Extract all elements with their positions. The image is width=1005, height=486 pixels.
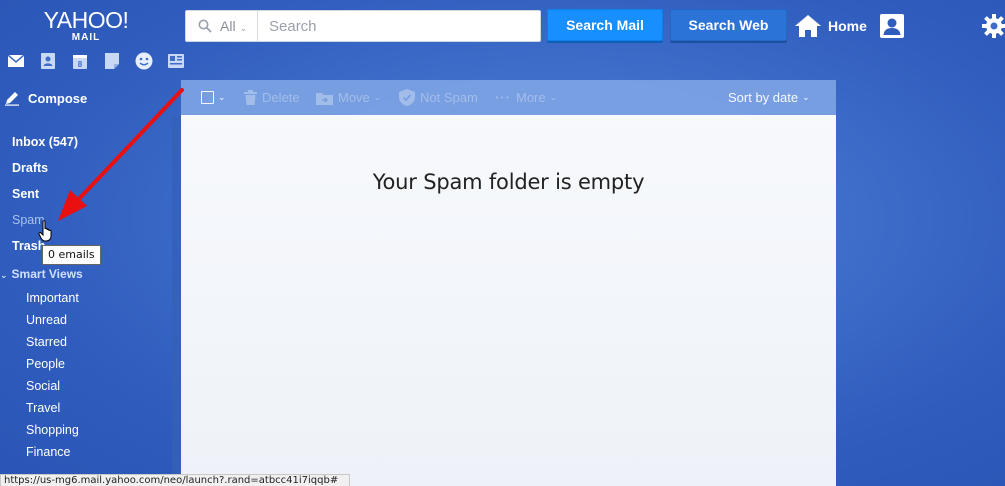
sidebar-scrollbar[interactable]: [172, 116, 181, 476]
message-toolbar: ⌄ Delete Move ⌄ Not Spam ··· More ⌄ Sort…: [181, 80, 836, 115]
profile-icon[interactable]: [880, 14, 904, 38]
newsfeed-icon[interactable]: [160, 52, 192, 70]
search-bar: All ⌄: [185, 10, 541, 42]
move-label: Move: [338, 90, 370, 105]
chevron-down-icon: ⌄: [373, 92, 382, 102]
hand-cursor-icon: [38, 220, 52, 242]
logo-text: YAHOO!: [43, 7, 129, 33]
smart-views-label: Smart Views: [11, 267, 83, 281]
contacts-icon[interactable]: [32, 52, 64, 70]
more-button[interactable]: ··· More ⌄: [495, 80, 557, 115]
delete-button[interactable]: Delete: [244, 80, 300, 115]
search-icon: [198, 19, 212, 33]
smart-view-important[interactable]: Important: [26, 291, 79, 305]
home-label: Home: [828, 18, 867, 34]
gear-icon[interactable]: [981, 13, 1005, 39]
search-scope-label: All: [220, 18, 236, 34]
app-switcher: 8: [0, 52, 192, 70]
not-spam-label: Not Spam: [420, 90, 478, 105]
move-button[interactable]: Move ⌄: [316, 80, 381, 115]
folder-drafts[interactable]: Drafts: [12, 161, 48, 175]
smart-view-people[interactable]: People: [26, 357, 65, 371]
compose-button[interactable]: Compose: [0, 82, 181, 114]
pencil-icon: [5, 92, 19, 106]
sort-by-dropdown[interactable]: Sort by date ⌄: [728, 80, 810, 115]
chevron-down-icon: ⌄: [549, 92, 558, 102]
smart-view-social[interactable]: Social: [26, 379, 60, 393]
empty-folder-message: Your Spam folder is empty: [372, 170, 645, 194]
message-list-panel: Your Spam folder is empty: [181, 115, 836, 486]
trash-icon: [244, 90, 257, 105]
sort-label: Sort by date: [728, 90, 799, 105]
search-mail-button[interactable]: Search Mail: [547, 9, 663, 41]
home-icon: [795, 15, 821, 37]
smart-view-travel[interactable]: Travel: [26, 401, 60, 415]
select-all-checkbox[interactable]: ⌄: [201, 80, 226, 115]
folder-move-icon: [316, 92, 333, 105]
chevron-down-icon: ⌄: [218, 92, 226, 102]
messenger-icon[interactable]: [128, 52, 160, 70]
checkbox: [201, 91, 214, 104]
chevron-down-icon: ⌄: [239, 23, 248, 33]
search-scope-dropdown[interactable]: All ⌄: [186, 11, 258, 41]
compose-label: Compose: [28, 90, 88, 106]
svg-text:8: 8: [78, 60, 83, 69]
shield-icon: [399, 89, 415, 106]
smart-view-unread[interactable]: Unread: [26, 313, 67, 327]
yahoo-mail-logo[interactable]: YAHOO! MAIL: [38, 8, 134, 44]
notepad-icon[interactable]: [96, 52, 128, 70]
more-label: More: [516, 90, 546, 105]
smart-views-toggle[interactable]: ⌄ Smart Views: [0, 267, 83, 281]
folder-inbox[interactable]: Inbox (547): [12, 135, 78, 149]
folder-sent[interactable]: Sent: [12, 187, 39, 201]
ellipsis-icon: ···: [495, 90, 511, 105]
smart-view-shopping[interactable]: Shopping: [26, 423, 79, 437]
mail-icon[interactable]: [0, 52, 32, 70]
browser-status-url: https://us-mg6.mail.yahoo.com/neo/launch…: [0, 474, 350, 486]
chevron-down-icon: ⌄: [802, 92, 810, 102]
calendar-icon[interactable]: 8: [64, 52, 96, 70]
search-web-button[interactable]: Search Web: [670, 9, 787, 41]
chevron-down-icon: ⌄: [0, 270, 8, 280]
delete-label: Delete: [262, 90, 300, 105]
spam-count-tooltip: 0 emails: [42, 245, 101, 265]
not-spam-button[interactable]: Not Spam: [399, 80, 478, 115]
smart-view-starred[interactable]: Starred: [26, 335, 67, 349]
logo-subtext: MAIL: [71, 32, 101, 43]
smart-view-finance[interactable]: Finance: [26, 445, 70, 459]
home-link[interactable]: Home: [794, 12, 867, 40]
search-input[interactable]: [259, 11, 539, 41]
